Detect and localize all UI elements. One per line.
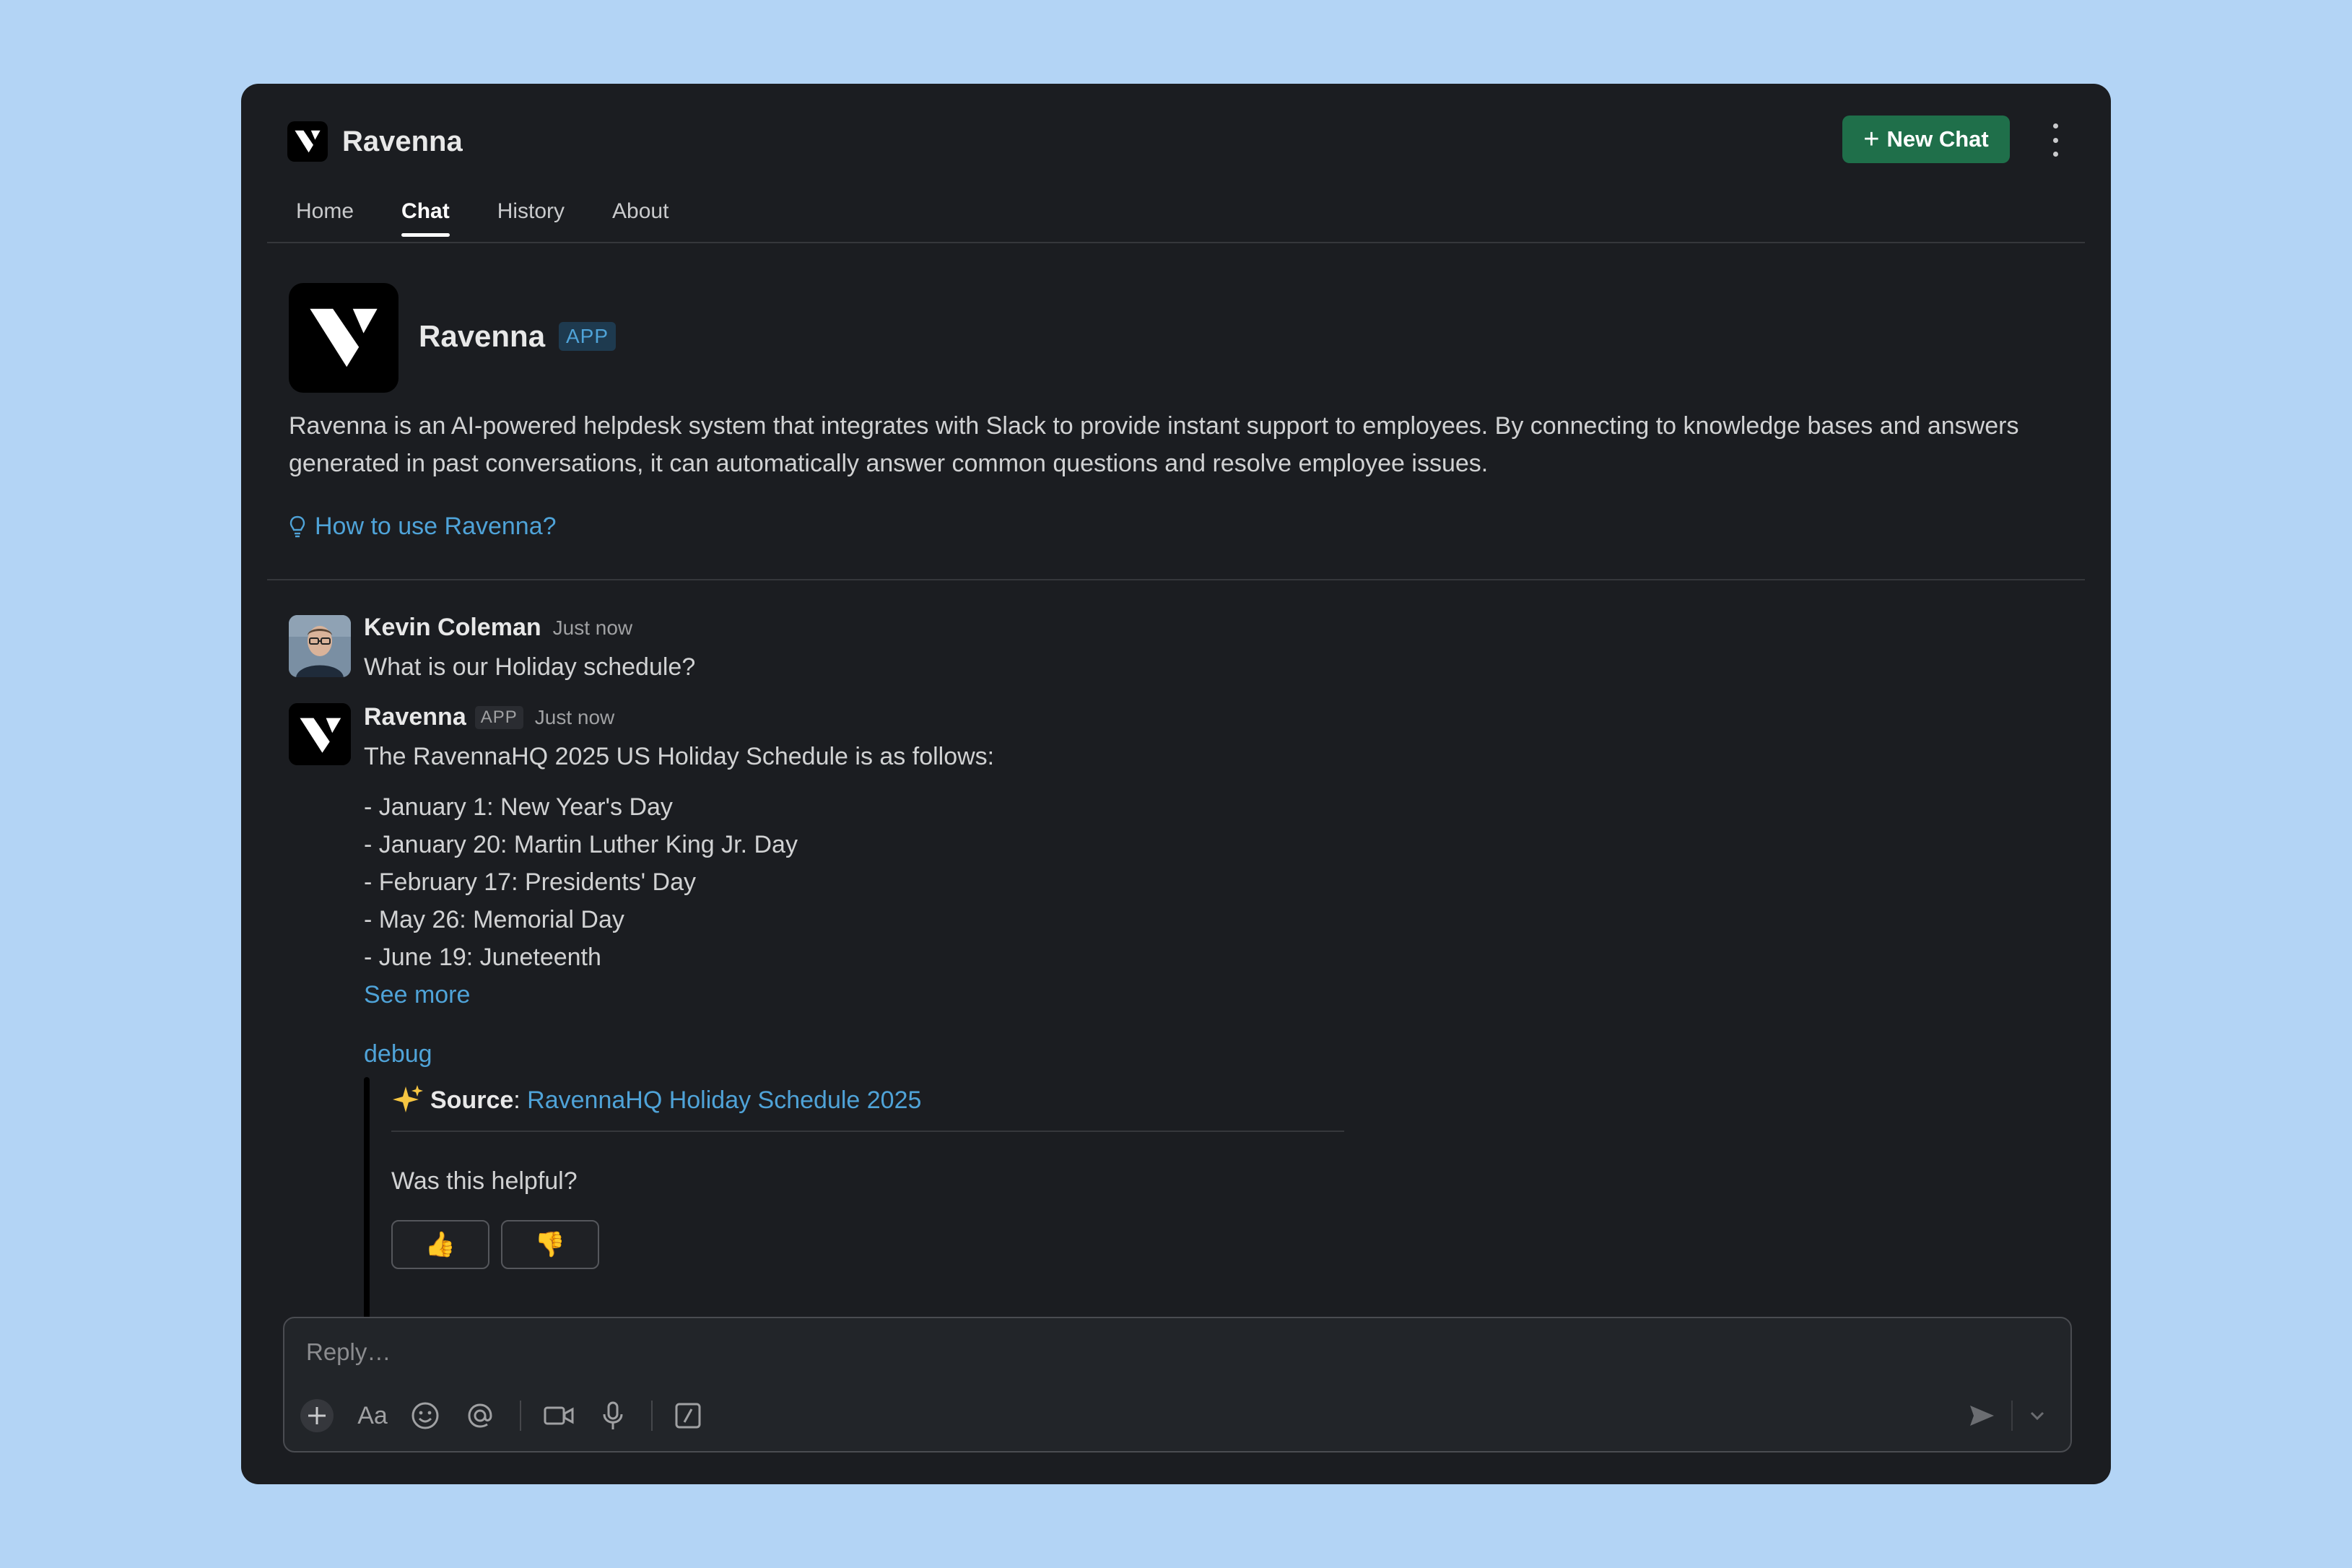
ravenna-avatar-icon[interactable]: [289, 703, 351, 765]
avatar[interactable]: [289, 615, 351, 677]
more-options-icon[interactable]: [2044, 121, 2066, 159]
app-header: Ravenna: [287, 116, 463, 167]
section-divider: [267, 579, 2085, 580]
app-title: Ravenna: [342, 125, 463, 157]
shortcuts-button[interactable]: [670, 1398, 706, 1434]
new-chat-button[interactable]: + New Chat: [1842, 116, 2010, 163]
bot-app-badge: APP: [474, 705, 523, 729]
bot-message-meta: Ravenna APP Just now: [364, 703, 614, 731]
emoji-button[interactable]: [407, 1398, 443, 1434]
source-link[interactable]: RavennaHQ Holiday Schedule 2025: [527, 1081, 921, 1119]
thumbs-up-button[interactable]: 👍: [391, 1220, 489, 1269]
thumbs-up-icon: 👍: [424, 1231, 456, 1258]
plus-circle-icon: [300, 1399, 334, 1432]
send-icon: [1970, 1406, 1994, 1426]
video-clip-button[interactable]: [539, 1398, 579, 1434]
reply-composer: Aa: [283, 1317, 2072, 1452]
bot-message-time[interactable]: Just now: [535, 706, 615, 729]
toolbar-separator: [2011, 1401, 2013, 1431]
send-button[interactable]: [1964, 1398, 2000, 1434]
source-label: Source: [430, 1086, 514, 1114]
at-sign-icon: [468, 1403, 492, 1428]
see-more-link[interactable]: See more: [364, 976, 470, 1014]
format-text-button[interactable]: Aa: [352, 1398, 393, 1434]
chevron-down-icon: [2030, 1411, 2044, 1421]
new-chat-label: New Chat: [1886, 126, 1989, 152]
format-text-icon: Aa: [357, 1401, 388, 1429]
holiday-list-item: - February 17: Presidents' Day: [364, 868, 697, 896]
microphone-icon: [603, 1401, 623, 1429]
tab-home[interactable]: Home: [296, 199, 354, 237]
audio-clip-button[interactable]: [595, 1398, 631, 1434]
source-line: Source : RavennaHQ Holiday Schedule 2025: [391, 1081, 921, 1119]
toolbar-separator: [651, 1401, 653, 1431]
user-message-meta: Kevin Coleman Just now: [364, 614, 632, 642]
user-message-time[interactable]: Just now: [553, 617, 633, 640]
thumbs-down-button[interactable]: 👎: [501, 1220, 599, 1269]
slash-command-icon: [675, 1403, 701, 1429]
user-message-text: What is our Holiday schedule?: [364, 653, 696, 681]
toolbar-separator: [520, 1401, 521, 1431]
holiday-list-item: - May 26: Memorial Day: [364, 906, 624, 933]
emoji-icon: [411, 1402, 439, 1429]
how-to-use-link[interactable]: How to use Ravenna?: [289, 513, 557, 541]
tab-bar: Home Chat History About: [296, 199, 716, 237]
bot-message-intro: The RavennaHQ 2025 US Holiday Schedule i…: [364, 743, 995, 770]
mention-button[interactable]: [462, 1398, 498, 1434]
holiday-list-item: - January 1: New Year's Day: [364, 793, 673, 821]
plus-icon: +: [1863, 124, 1880, 154]
tabs-divider: [267, 242, 2085, 243]
ravenna-logo-icon: [287, 121, 328, 162]
video-camera-icon: [544, 1406, 574, 1425]
debug-link[interactable]: debug: [364, 1035, 432, 1073]
send-options-button[interactable]: [2023, 1398, 2052, 1434]
bot-message-author[interactable]: Ravenna: [364, 703, 466, 731]
intro-app-name: Ravenna: [419, 319, 546, 353]
reply-input[interactable]: [305, 1331, 1968, 1373]
holiday-list-item: - January 20: Martin Luther King Jr. Day: [364, 831, 798, 858]
app-window: Ravenna + New Chat Home Chat History Abo…: [241, 84, 2111, 1484]
ravenna-large-logo-icon: [289, 283, 398, 393]
lightbulb-icon: [289, 515, 305, 537]
source-divider: [391, 1131, 1344, 1132]
sparkles-icon: [393, 1085, 423, 1112]
attach-button[interactable]: [299, 1398, 335, 1434]
intro-description: Ravenna is an AI-powered helpdesk system…: [289, 412, 2019, 477]
how-to-use-label: How to use Ravenna?: [315, 513, 557, 540]
thumbs-down-icon: 👎: [534, 1231, 566, 1258]
app-badge: APP: [559, 322, 617, 351]
holiday-list-item: - June 19: Juneteenth: [364, 944, 601, 971]
user-message-author[interactable]: Kevin Coleman: [364, 614, 541, 642]
helpful-prompt: Was this helpful?: [391, 1167, 578, 1195]
tab-chat[interactable]: Chat: [401, 199, 450, 237]
tab-about[interactable]: About: [612, 199, 668, 237]
tab-history[interactable]: History: [497, 199, 565, 237]
